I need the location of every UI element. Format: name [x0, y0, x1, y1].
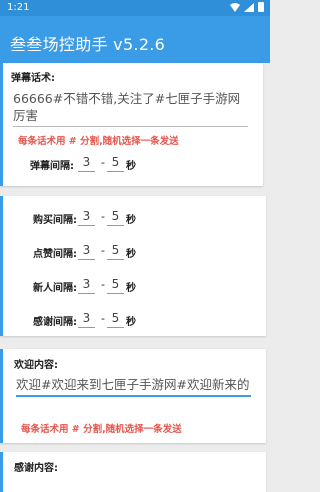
dash-separator: - [101, 278, 105, 291]
wifi-icon [230, 2, 240, 12]
buy-interval-max-input[interactable]: 5 [107, 208, 124, 226]
newcomer-interval-max-input[interactable]: 5 [107, 276, 124, 294]
dash-separator: - [101, 210, 105, 223]
thanks-label: 感谢内容: [14, 463, 58, 474]
buy-interval-label: 购买间隔: [33, 215, 77, 226]
danmu-interval-max-input[interactable]: 5 [107, 154, 124, 172]
buy-interval-min-input[interactable]: 3 [78, 208, 95, 226]
seconds-unit: 秒 [126, 249, 136, 260]
newcomer-interval-label: 新人间隔: [33, 283, 77, 294]
thanks-interval-min-input[interactable]: 3 [78, 310, 95, 328]
welcome-text-input[interactable]: 欢迎#欢迎来到七匣子手游网#欢迎新来的 [16, 376, 251, 397]
intervals-card: 购买间隔: 3 - 5 秒 点赞间隔: 3 - 5 秒 新人间隔: 3 - 5 … [0, 196, 266, 336]
welcome-card: 欢迎内容: 欢迎#欢迎来到七匣子手游网#欢迎新来的 每条话术用 # 分割,随机选… [0, 349, 266, 443]
status-bar: 1:21 [0, 0, 270, 16]
like-interval-min-input[interactable]: 3 [78, 242, 95, 260]
danmu-interval-min-input[interactable]: 3 [78, 154, 95, 172]
seconds-unit: 秒 [126, 161, 136, 172]
thanks-card: 感谢内容: [0, 452, 266, 492]
interval-row-newcomer: 新人间隔: 3 - 5 秒 [3, 275, 266, 297]
app-bar: 叁叁场控助手 v5.2.6 [0, 16, 270, 63]
interval-row-thanks: 感谢间隔: 3 - 5 秒 [3, 309, 266, 331]
danmu-text-input[interactable]: 66666#不错不错,关注了#七匣子手游网厉害 [13, 90, 248, 127]
signal-icon [244, 2, 254, 12]
danmu-hint: 每条话术用 # 分割,随机选择一条发送 [18, 136, 179, 147]
app-title: 叁叁场控助手 v5.2.6 [10, 35, 166, 54]
battery-icon [258, 2, 264, 12]
seconds-unit: 秒 [126, 317, 136, 328]
welcome-label: 欢迎内容: [14, 360, 58, 371]
like-interval-max-input[interactable]: 5 [107, 242, 124, 260]
danmu-label: 弹幕话术: [11, 73, 55, 84]
status-icons [230, 2, 264, 12]
like-interval-label: 点赞间隔: [33, 249, 77, 260]
danmu-card: 弹幕话术: 66666#不错不错,关注了#七匣子手游网厉害 每条话术用 # 分割… [0, 63, 263, 186]
interval-row-buy: 购买间隔: 3 - 5 秒 [3, 207, 266, 229]
danmu-interval-label: 弹幕间隔: [30, 161, 74, 172]
seconds-unit: 秒 [126, 283, 136, 294]
status-time: 1:21 [7, 2, 30, 13]
welcome-hint: 每条话术用 # 分割,随机选择一条发送 [21, 424, 182, 435]
seconds-unit: 秒 [126, 215, 136, 226]
dash-separator: - [101, 244, 105, 257]
thanks-interval-max-input[interactable]: 5 [107, 310, 124, 328]
dash-separator: - [101, 156, 105, 169]
newcomer-interval-min-input[interactable]: 3 [78, 276, 95, 294]
dash-separator: - [101, 312, 105, 325]
interval-row-like: 点赞间隔: 3 - 5 秒 [3, 241, 266, 263]
danmu-interval-row: 弹幕间隔: 3 - 5 秒 [0, 153, 263, 175]
thanks-interval-label: 感谢间隔: [33, 317, 77, 328]
